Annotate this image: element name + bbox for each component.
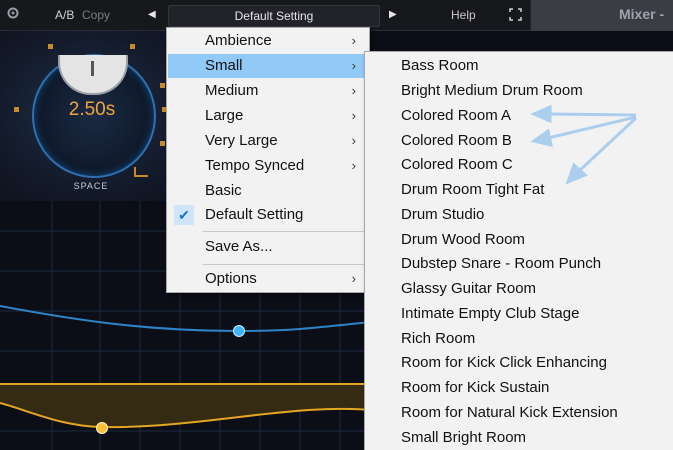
knob-marker [160, 141, 165, 146]
preset-selector[interactable]: Default Setting [168, 5, 380, 27]
preset-item[interactable]: Colored Room A [401, 104, 511, 128]
small-presets-submenu: Bass Room Bright Medium Drum Room Colore… [364, 51, 673, 450]
menu-divider [203, 264, 367, 265]
ab-compare-button[interactable]: A/B [55, 0, 74, 30]
next-preset-arrow-icon[interactable]: ▶ [389, 0, 397, 30]
chevron-right-icon: › [351, 58, 356, 73]
chevron-right-icon: › [351, 133, 356, 148]
menu-item-very-large[interactable]: Very Large › [168, 129, 368, 153]
preset-item[interactable]: Glassy Guitar Room [401, 277, 536, 301]
checkmark-icon: ✔ [174, 205, 194, 225]
menu-divider [203, 231, 367, 232]
preset-item[interactable]: Room for Natural Kick Extension [401, 401, 618, 425]
menu-item-medium[interactable]: Medium › [168, 79, 368, 103]
help-button[interactable]: Help [451, 0, 476, 30]
eq-node-blue[interactable] [233, 325, 245, 337]
preset-item[interactable]: Small Bright Room [401, 426, 526, 450]
preset-item[interactable]: Colored Room B [401, 129, 512, 153]
preset-item[interactable]: Dubstep Snare - Room Punch [401, 252, 601, 276]
menu-item-basic[interactable]: Basic [168, 179, 368, 203]
preset-item[interactable]: Drum Room Tight Fat [401, 178, 544, 202]
menu-item-save-as[interactable]: Save As... [168, 235, 368, 259]
menu-item-ambience[interactable]: Ambience › [168, 29, 368, 53]
preset-item[interactable]: Room for Kick Sustain [401, 376, 549, 400]
chevron-right-icon: › [351, 83, 356, 98]
preset-item[interactable]: Drum Wood Room [401, 228, 525, 252]
menu-item-options[interactable]: Options › [168, 267, 368, 291]
chevron-right-icon: › [351, 158, 356, 173]
knob-marker [48, 44, 53, 49]
fullscreen-icon[interactable] [509, 8, 522, 21]
menu-item-default-setting[interactable]: ✔ Default Setting [168, 203, 368, 227]
knob-marker [160, 83, 165, 88]
menu-item-small[interactable]: Small › [168, 54, 368, 78]
menu-item-tempo-synced[interactable]: Tempo Synced › [168, 154, 368, 178]
preset-item[interactable]: Rich Room [401, 327, 475, 351]
previous-preset-arrow-icon[interactable]: ◀ [148, 0, 156, 30]
preset-item[interactable]: Intimate Empty Club Stage [401, 302, 579, 326]
preset-item[interactable]: Bass Room [401, 54, 479, 78]
chevron-right-icon: › [351, 271, 356, 286]
preset-item[interactable]: Colored Room C [401, 153, 513, 177]
knob-marker [130, 44, 135, 49]
eq-node-yellow[interactable] [96, 422, 108, 434]
space-label: SPACE [73, 181, 109, 191]
chevron-right-icon: › [351, 33, 356, 48]
space-value: 2.50s [68, 99, 116, 120]
gear-icon[interactable] [6, 6, 20, 20]
preset-menu: Ambience › Small › Medium › Large › Very Lar… [166, 27, 370, 293]
copy-button[interactable]: Copy [82, 0, 110, 30]
knob-corner-mark [134, 167, 148, 177]
menu-item-large[interactable]: Large › [168, 104, 368, 128]
preset-item[interactable]: Room for Kick Click Enhancing [401, 351, 607, 375]
mixer-title: Mixer - [619, 6, 665, 22]
preset-item[interactable]: Drum Studio [401, 203, 484, 227]
eq-curve-blue [0, 305, 381, 333]
plugin-window: A/B Copy ◀ Default Setting ▶ Help Mixer … [0, 0, 673, 450]
chevron-right-icon: › [351, 108, 356, 123]
preset-item[interactable]: Bright Medium Drum Room [401, 79, 583, 103]
knob-marker [14, 107, 19, 112]
